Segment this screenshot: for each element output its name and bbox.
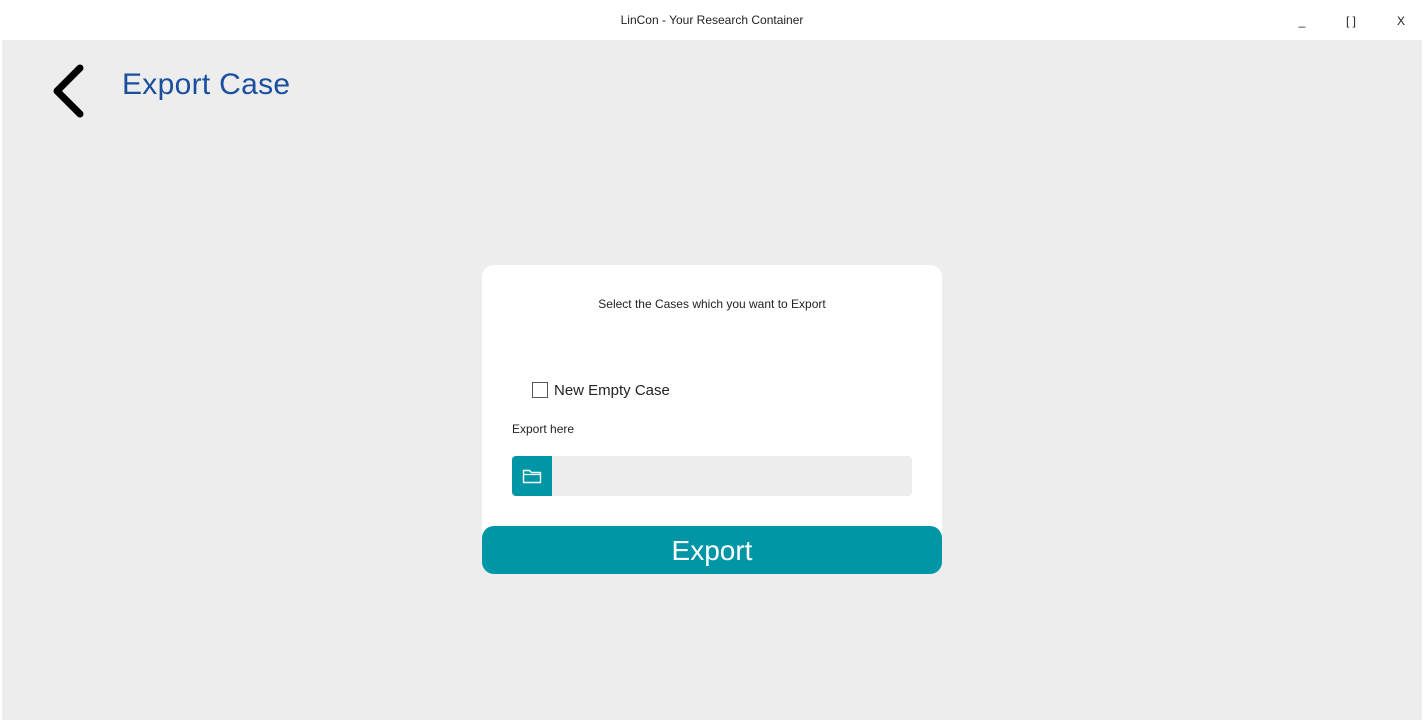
main-content: Export Case Select the Cases which you w…: [2, 40, 1422, 720]
export-path-field: [512, 456, 912, 496]
close-button[interactable]: X: [1386, 10, 1416, 32]
case-checkbox[interactable]: [532, 382, 548, 398]
export-path-input[interactable]: [552, 456, 912, 496]
case-label: New Empty Case: [554, 381, 670, 399]
minimize-button[interactable]: _: [1287, 10, 1317, 32]
title-bar: LinCon - Your Research Container _ [ ] X: [0, 0, 1424, 40]
maximize-button[interactable]: [ ]: [1336, 10, 1366, 32]
browse-folder-button[interactable]: [512, 456, 552, 496]
back-button[interactable]: [46, 62, 96, 120]
chevron-left-icon: [53, 64, 84, 118]
export-location-label: Export here: [512, 422, 575, 436]
window-title: LinCon - Your Research Container: [620, 13, 804, 27]
page-title: Export Case: [122, 68, 291, 101]
export-button[interactable]: Export: [482, 526, 942, 574]
export-card: Select the Cases which you want to Expor…: [482, 265, 942, 565]
card-heading: Select the Cases which you want to Expor…: [598, 297, 826, 311]
case-list-item[interactable]: New Empty Case: [532, 380, 670, 400]
folder-icon: [522, 469, 542, 484]
